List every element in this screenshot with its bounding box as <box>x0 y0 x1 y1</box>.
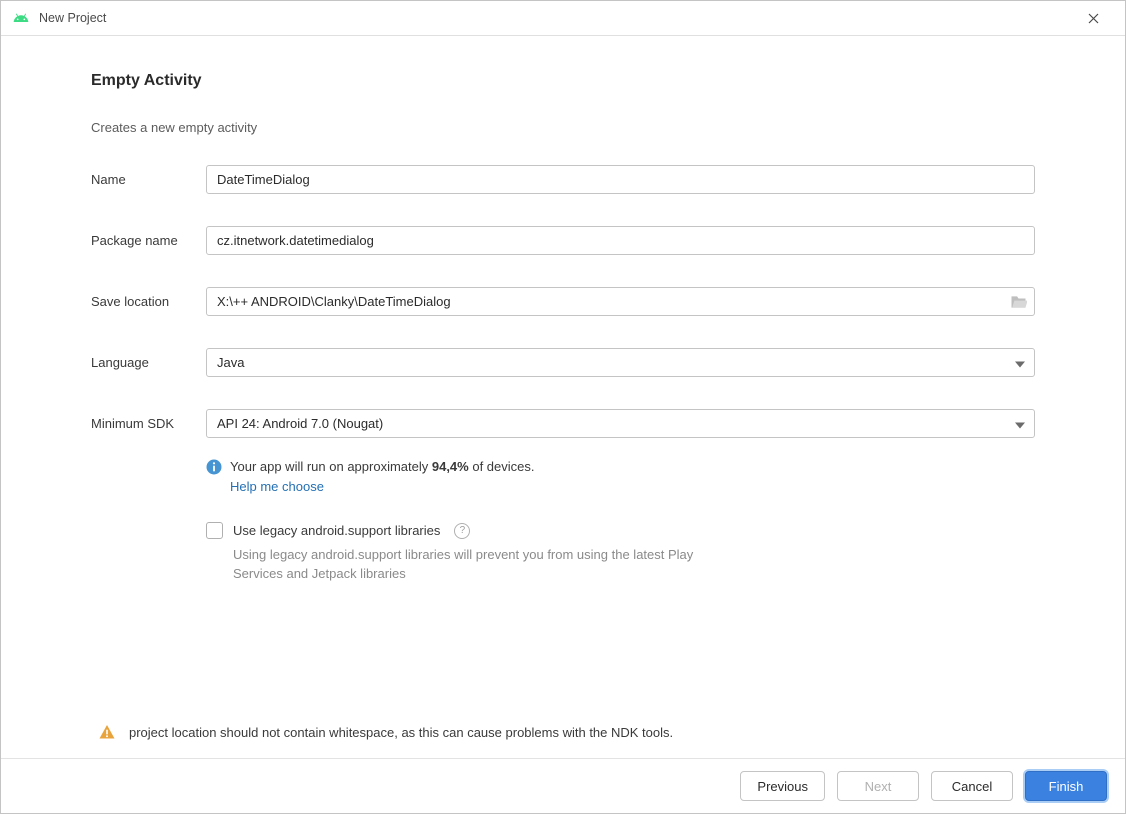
legacy-libraries-help-text: Using legacy android.support libraries w… <box>233 545 723 583</box>
save-location-label: Save location <box>91 294 206 309</box>
minimum-sdk-label: Minimum SDK <box>91 416 206 431</box>
page-title: Empty Activity <box>91 72 1035 90</box>
close-icon <box>1088 13 1099 24</box>
minimum-sdk-select[interactable]: API 24: Android 7.0 (Nougat) <box>206 409 1035 438</box>
save-location-input[interactable] <box>206 287 1035 316</box>
row-package-name: Package name <box>91 226 1035 255</box>
coverage-prefix: Your app will run on approximately <box>230 459 432 474</box>
row-name: Name <box>91 165 1035 194</box>
package-name-label: Package name <box>91 233 206 248</box>
cancel-button[interactable]: Cancel <box>931 771 1013 801</box>
help-me-choose-link[interactable]: Help me choose <box>230 479 324 494</box>
language-value: Java <box>217 355 244 370</box>
legacy-libraries-block: Use legacy android.support libraries ? U… <box>206 522 1035 583</box>
warning-text: project location should not contain whit… <box>129 725 673 740</box>
warning-icon <box>99 724 115 740</box>
window-titlebar: New Project <box>1 1 1125 36</box>
package-name-input[interactable] <box>206 226 1035 255</box>
window-title: New Project <box>39 11 1073 25</box>
row-save-location: Save location <box>91 287 1035 316</box>
legacy-libraries-checkbox[interactable] <box>206 522 223 539</box>
minimum-sdk-value: API 24: Android 7.0 (Nougat) <box>217 416 383 431</box>
coverage-percent: 94,4% <box>432 459 469 474</box>
language-label: Language <box>91 355 206 370</box>
close-button[interactable] <box>1073 3 1113 33</box>
info-icon <box>206 459 222 475</box>
name-input[interactable] <box>206 165 1035 194</box>
device-coverage-info: Your app will run on approximately 94,4%… <box>206 458 1035 494</box>
row-minimum-sdk: Minimum SDK API 24: Android 7.0 (Nougat) <box>91 409 1035 438</box>
previous-button[interactable]: Previous <box>740 771 825 801</box>
device-coverage-text: Your app will run on approximately 94,4%… <box>230 458 535 476</box>
page-subtitle: Creates a new empty activity <box>91 120 1035 135</box>
legacy-libraries-label: Use legacy android.support libraries <box>233 523 440 538</box>
language-select[interactable]: Java <box>206 348 1035 377</box>
dialog-footer: Previous Next Cancel Finish <box>1 758 1125 813</box>
row-language: Language Java <box>91 348 1035 377</box>
next-button[interactable]: Next <box>837 771 919 801</box>
form: Name Package name Save location Language <box>91 165 1035 438</box>
name-label: Name <box>91 172 206 187</box>
coverage-suffix: of devices. <box>469 459 535 474</box>
browse-folder-icon[interactable] <box>1010 295 1027 309</box>
help-icon[interactable]: ? <box>454 523 470 539</box>
android-icon <box>13 10 29 26</box>
dialog-body: Empty Activity Creates a new empty activ… <box>1 36 1125 758</box>
warning-row: project location should not contain whit… <box>91 724 1035 744</box>
finish-button[interactable]: Finish <box>1025 771 1107 801</box>
